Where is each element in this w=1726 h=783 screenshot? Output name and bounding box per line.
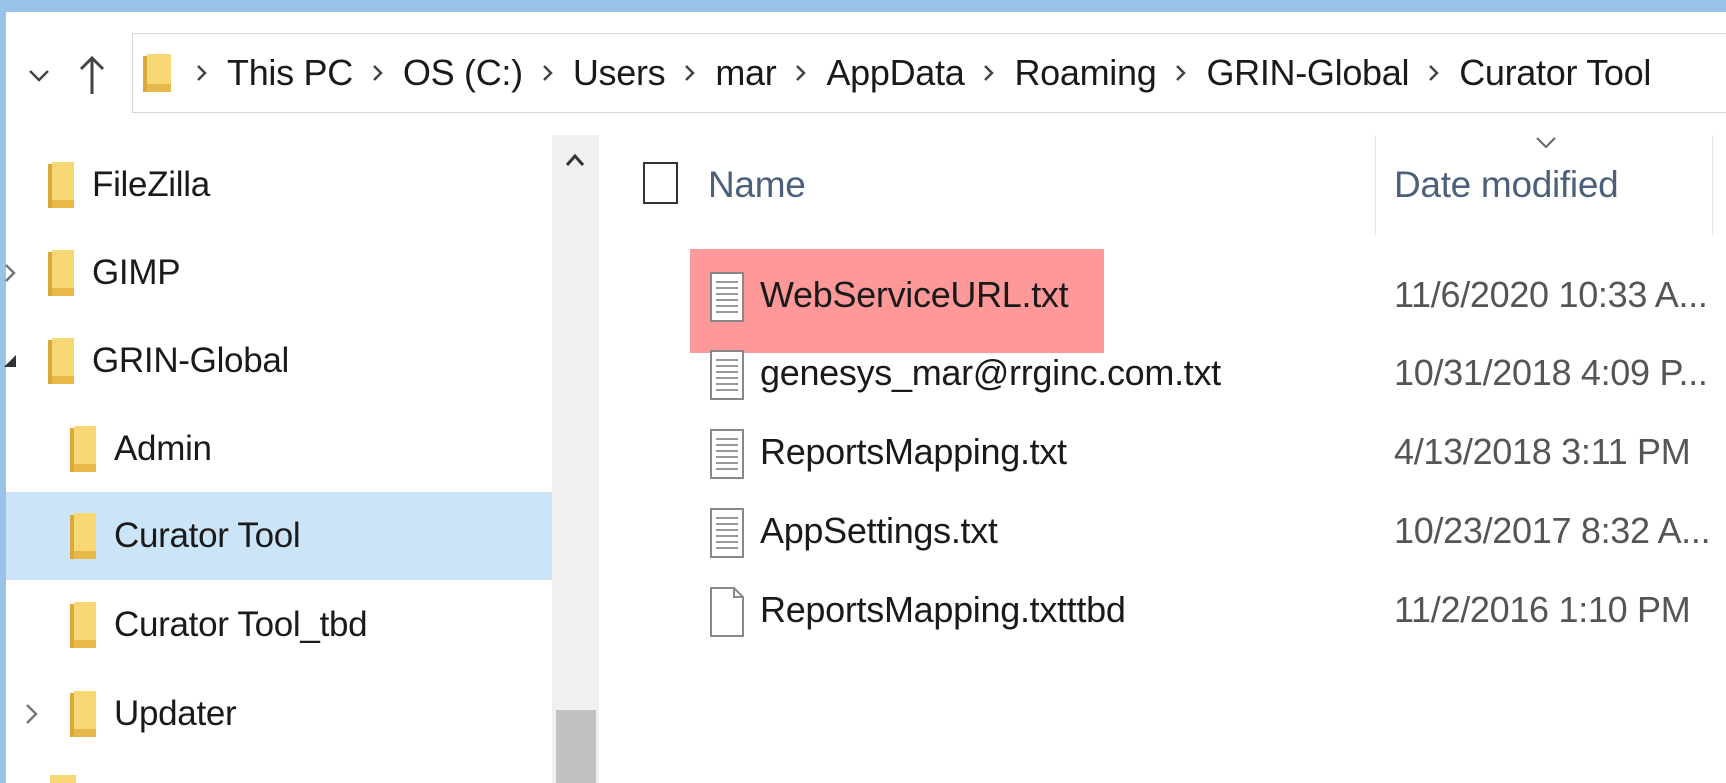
file-row-reportsmapping-tbd[interactable]: ReportsMapping.txtttbd 11/2/2016 1:10 PM (600, 577, 1726, 657)
file-date-modified: 10/23/2017 8:32 A... (1394, 510, 1711, 551)
breadcrumb-roaming[interactable]: Roaming (1004, 52, 1166, 94)
up-arrow-icon[interactable] (72, 50, 112, 100)
folder-icon (70, 691, 96, 737)
breadcrumb-separator-icon[interactable] (675, 64, 705, 82)
column-header-date-modified[interactable]: Date modified (1394, 164, 1619, 206)
scroll-up-arrow-icon[interactable] (560, 147, 590, 173)
column-divider[interactable] (1375, 135, 1376, 235)
breadcrumb-os-drive[interactable]: OS (C:) (393, 52, 533, 94)
select-all-checkbox[interactable] (643, 162, 678, 204)
tree-item-label: Updater (114, 694, 237, 733)
expand-chevron-icon[interactable] (22, 699, 42, 729)
tree-item-grin-global[interactable]: GRIN-Global (4, 317, 552, 405)
text-file-icon (710, 272, 744, 322)
file-row-appsettings[interactable]: AppSettings.txt 10/23/2017 8:32 A... (600, 498, 1726, 578)
breadcrumb-separator-icon[interactable] (187, 64, 217, 82)
breadcrumb-separator-icon[interactable] (786, 64, 816, 82)
tree-item-curator-tool-tbd[interactable]: Curator Tool_tbd (6, 581, 552, 669)
breadcrumb-this-pc[interactable]: This PC (217, 52, 363, 94)
folder-icon (70, 513, 96, 559)
folder-icon (50, 775, 76, 783)
breadcrumb-separator-icon[interactable] (1166, 64, 1196, 82)
tree-item-updater[interactable]: Updater (6, 670, 552, 758)
breadcrumb-curator-tool[interactable]: Curator Tool (1449, 52, 1661, 94)
tree-item-label: FileZilla (92, 165, 210, 204)
file-row-reportsmapping[interactable]: ReportsMapping.txt 4/13/2018 3:11 PM (600, 419, 1726, 499)
text-file-icon (710, 429, 744, 479)
file-row-webserviceurl[interactable]: WebServiceURL.txt 11/6/2020 10:33 A... (600, 262, 1726, 342)
folder-icon (48, 338, 74, 384)
file-name: ReportsMapping.txtttbd (760, 589, 1126, 630)
file-date-modified: 11/6/2020 10:33 A... (1394, 274, 1708, 315)
breadcrumb-separator-icon[interactable] (974, 64, 1004, 82)
file-date-modified: 11/2/2016 1:10 PM (1394, 589, 1691, 630)
folder-icon (48, 250, 74, 296)
recent-locations-chevron-icon[interactable] (22, 56, 56, 96)
scrollbar-thumb[interactable] (556, 710, 596, 783)
breadcrumb-separator-icon[interactable] (1419, 64, 1449, 82)
blank-file-icon (710, 587, 744, 637)
tree-item-label: Curator Tool_tbd (114, 605, 368, 644)
tree-item-label: Admin (114, 429, 212, 468)
folder-icon (48, 162, 74, 208)
sort-chevron-icon (1536, 137, 1556, 149)
tree-item-label: Curator Tool (114, 516, 301, 555)
tree-item-label: GRIN-Global (92, 341, 290, 380)
breadcrumb-grin-global[interactable]: GRIN-Global (1196, 52, 1419, 94)
window-frame-top (0, 0, 1726, 12)
breadcrumb-mar[interactable]: mar (705, 52, 786, 94)
address-bar[interactable]: This PC OS (C:) Users mar AppData Roamin… (132, 33, 1726, 113)
tree-item-gimp[interactable]: GIMP (5, 229, 552, 317)
column-header-name[interactable]: Name (708, 164, 806, 206)
folder-icon (143, 54, 171, 92)
tree-item-filezilla[interactable]: FileZilla (6, 141, 552, 229)
file-name: WebServiceURL.txt (760, 274, 1069, 315)
navigation-scrollbar[interactable] (552, 135, 599, 783)
file-date-modified: 10/31/2018 4:09 P... (1394, 352, 1708, 393)
file-name: genesys_mar@rrginc.com.txt (760, 352, 1221, 393)
breadcrumb-separator-icon[interactable] (533, 64, 563, 82)
breadcrumb-appdata[interactable]: AppData (816, 52, 974, 94)
file-name: AppSettings.txt (760, 510, 998, 551)
navigation-pane: FileZilla GIMP GRIN-Global Admin Curator… (4, 135, 552, 783)
folder-icon (70, 602, 96, 648)
file-row-genesys[interactable]: genesys_mar@rrginc.com.txt 10/31/2018 4:… (600, 340, 1726, 420)
breadcrumb-separator-icon[interactable] (363, 64, 393, 82)
tree-item-label: GIMP (92, 253, 181, 292)
expand-chevron-icon[interactable] (0, 258, 20, 288)
file-date-modified: 4/13/2018 3:11 PM (1394, 431, 1691, 472)
text-file-icon (710, 350, 744, 400)
folder-icon (70, 426, 96, 472)
collapse-chevron-icon[interactable] (0, 346, 20, 376)
text-file-icon (710, 508, 744, 558)
column-divider[interactable] (1712, 135, 1713, 235)
tree-item-curator-tool[interactable]: Curator Tool (6, 492, 552, 580)
breadcrumb-users[interactable]: Users (563, 52, 676, 94)
file-name: ReportsMapping.txt (760, 431, 1067, 472)
tree-item-admin[interactable]: Admin (6, 405, 552, 493)
